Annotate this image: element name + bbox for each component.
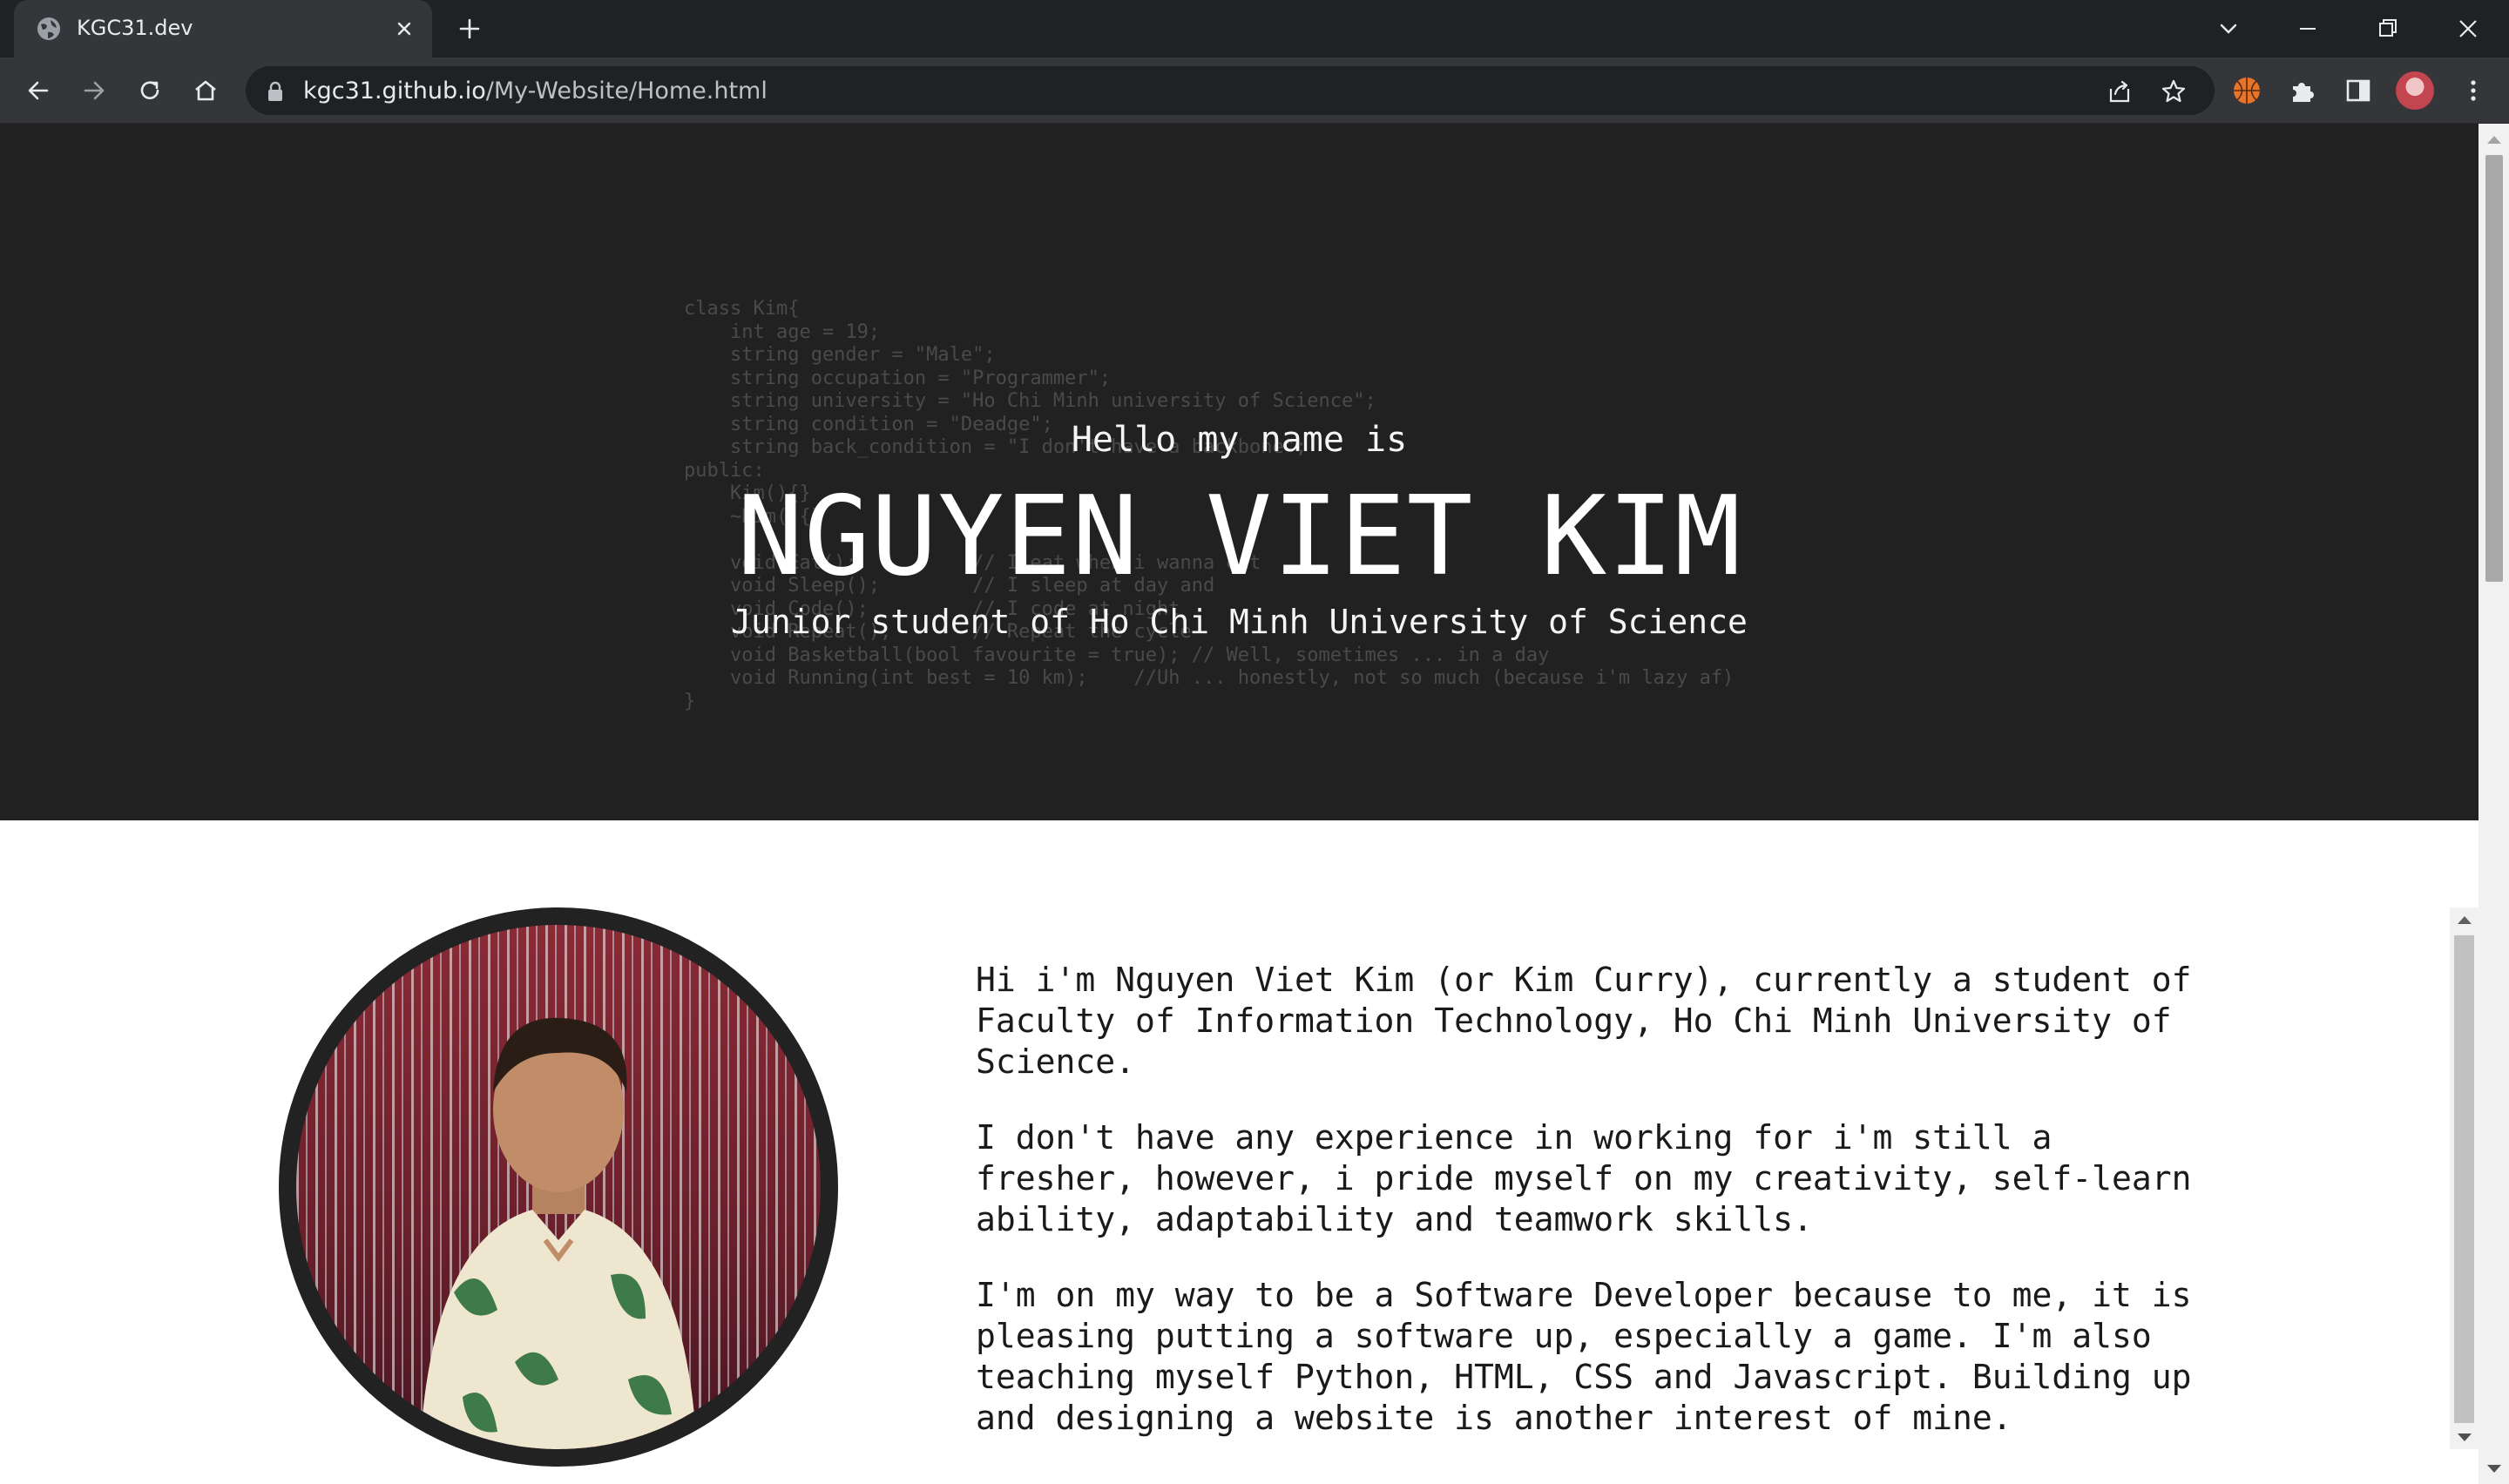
forward-arrow-icon[interactable] [77,73,112,108]
profile-photo [279,907,838,1467]
window-close-icon[interactable] [2448,9,2488,49]
avatar[interactable] [2396,71,2434,110]
page-scrollbar-thumb[interactable] [2485,155,2503,582]
url-host: kgc31.github.io [303,78,486,105]
hero-subtitle: Junior student of Ho Chi Minh University… [731,603,1748,641]
tab-strip: KGC31.dev [0,0,2509,57]
restore-icon[interactable] [2368,9,2408,49]
side-panel-icon[interactable] [2342,74,2375,107]
section-scrollbar-thumb[interactable] [2454,935,2474,1423]
star-icon[interactable] [2159,77,2188,106]
code-line: string occupation = "Programmer"; [684,367,1112,389]
code-line: string gender = "Male"; [684,344,996,366]
page-scrollbar[interactable] [2479,124,2509,1484]
chevron-down-icon[interactable] [2208,9,2249,49]
url-path: /My-Website/Home.html [485,78,768,105]
section-scrollbar[interactable] [2450,907,2479,1449]
scroll-up-arrow[interactable] [2458,916,2472,924]
share-icon[interactable] [2105,77,2134,106]
home-icon[interactable] [188,73,223,108]
about-text: Hi i'm Nguyen Viet Kim (or Kim Curry), c… [976,960,2230,1474]
plus-icon[interactable] [453,12,486,45]
about-paragraph: I don't have any experience in working f… [976,1118,2192,1238]
code-line: int age = 19; [684,320,881,343]
url-text[interactable]: kgc31.github.io/My-Website/Home.html [303,78,768,105]
about-paragraph: I'm on my way to be a Software Developer… [976,1276,2192,1437]
page-viewport: class Kim{ int age = 19; string gender =… [0,124,2509,1484]
browser-toolbar: kgc31.github.io/My-Website/Home.html [0,57,2509,124]
hero-name: NGUYEN VIET KIM [737,472,1741,600]
tab-active[interactable]: KGC31.dev [14,0,432,57]
kebab-menu-icon[interactable] [2457,74,2490,107]
back-arrow-icon[interactable] [21,73,56,108]
close-icon[interactable] [390,15,418,43]
reload-icon[interactable] [132,73,167,108]
about-paragraph: Hi i'm Nguyen Viet Kim (or Kim Curry), c… [976,961,2192,1081]
scroll-down-arrow[interactable] [2458,1433,2472,1441]
address-bar[interactable]: kgc31.github.io/My-Website/Home.html [246,66,2215,115]
code-line: string university = "Ho Chi Minh univers… [684,390,1376,412]
hero-greeting: Hello my name is [1071,420,1408,460]
code-line: } [684,690,696,712]
code-line: class Kim{ [684,298,800,320]
tab-title: KGC31.dev [77,16,193,40]
globe-icon [37,17,60,40]
minimize-icon[interactable] [2288,9,2328,49]
scroll-up-arrow[interactable] [2487,136,2501,144]
person-silhouette [420,1017,697,1449]
hero-section: class Kim{ int age = 19; string gender =… [0,124,2479,820]
about-section: Hi i'm Nguyen Viet Kim (or Kim Curry), c… [0,820,2479,1484]
puzzle-icon[interactable] [2286,74,2319,107]
scroll-down-arrow[interactable] [2487,1465,2501,1473]
lock-icon[interactable] [265,80,286,103]
code-line: void Running(int best = 10 km); //Uh ...… [684,667,1735,689]
code-line: void Basketball(bool favourite = true); … [684,644,1550,666]
basketball-icon[interactable] [2230,74,2263,107]
